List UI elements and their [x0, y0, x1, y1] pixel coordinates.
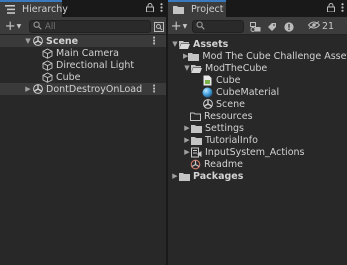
tree-label: Packages: [193, 170, 244, 182]
tab-project[interactable]: Project: [168, 0, 226, 17]
warning-filter-button[interactable]: [282, 20, 296, 33]
unity-scene-icon: [202, 99, 213, 110]
scene-menu-icon[interactable]: ⋮: [149, 36, 159, 47]
readme-icon: [190, 159, 201, 170]
gameobject-cube-icon: [42, 47, 53, 59]
collapse-arrow-icon[interactable]: ▶: [171, 172, 179, 180]
collapse-arrow-icon[interactable]: ▶: [183, 136, 191, 144]
object-label: Cube: [56, 71, 81, 83]
hidden-count: 21: [321, 21, 335, 32]
expand-arrow-icon[interactable]: ▼: [171, 40, 179, 48]
search-filter-button[interactable]: [153, 20, 164, 33]
create-asset-button[interactable]: + ▼: [171, 20, 188, 33]
tree-label: CubeMaterial: [216, 86, 280, 98]
tree-item-assets[interactable]: ▼ Assets: [168, 38, 347, 50]
tree-label: Settings: [205, 122, 244, 134]
folder-open-icon: [179, 39, 190, 50]
expand-arrow-icon[interactable]: ▼: [24, 37, 32, 45]
material-sphere-icon: [202, 87, 213, 98]
tree-item-mod-the-cube-challenge-assets[interactable]: ▶ Mod The Cube Challenge Assets: [168, 50, 347, 62]
folder-open-icon: [191, 63, 202, 74]
search-icon: [33, 20, 42, 33]
project-toolbar: + ▼ 21: [168, 17, 347, 35]
hierarchy-panel: Hierarchy + ▼ ▼ Sc: [0, 0, 166, 265]
csharp-script-icon: [202, 75, 213, 86]
dropdown-arrow-icon: ▼: [16, 23, 22, 30]
hierarchy-item-main-camera[interactable]: Main Camera: [0, 47, 166, 59]
folder-icon: [188, 51, 200, 62]
dropdown-arrow-icon: ▼: [182, 23, 188, 30]
lock-icon[interactable]: [327, 3, 335, 16]
hierarchy-dontdestroy-row[interactable]: ▶ DontDestroyOnLoad ⋮: [0, 83, 166, 95]
lock-icon[interactable]: [146, 3, 154, 16]
hidden-packages-toggle[interactable]: 21: [299, 20, 343, 33]
project-search-field[interactable]: [192, 20, 244, 33]
tab-project-label: Project: [191, 4, 224, 15]
gameobject-cube-icon: [42, 59, 53, 71]
hierarchy-search-input[interactable]: [45, 21, 150, 32]
tree-label: Cube: [216, 74, 241, 86]
tree-label: Resources: [204, 110, 253, 122]
dontdestroy-label: DontDestroyOnLoad: [46, 83, 143, 95]
folder-icon: [173, 4, 184, 15]
collapse-arrow-icon[interactable]: ▶: [24, 85, 32, 93]
hierarchy-tabbar: Hierarchy: [0, 0, 166, 17]
tree-item-modthecube[interactable]: ▼ ModTheCube: [168, 62, 347, 74]
folder-icon: [191, 135, 202, 146]
tree-label: Mod The Cube Challenge Assets: [202, 50, 347, 62]
object-label: Directional Light: [56, 59, 135, 71]
search-icon: [196, 20, 205, 33]
tree-item-packages[interactable]: ▶ Packages: [168, 170, 347, 182]
tree-label: ModTheCube: [205, 62, 268, 74]
hierarchy-item-directional-light[interactable]: Directional Light: [0, 59, 166, 71]
tree-item-readme[interactable]: Readme: [168, 158, 347, 170]
tab-hierarchy-label: Hierarchy: [22, 4, 68, 15]
tree-label: Scene: [216, 98, 245, 110]
search-by-label-button[interactable]: [265, 20, 279, 33]
input-actions-icon: [191, 147, 202, 158]
hierarchy-scene-row[interactable]: ▼ Scene ⋮: [0, 35, 166, 47]
collapse-arrow-icon[interactable]: ▶: [183, 148, 191, 156]
folder-icon: [191, 123, 202, 134]
project-search-input[interactable]: [208, 21, 243, 32]
collapse-arrow-icon[interactable]: ▶: [183, 124, 191, 132]
search-by-type-button[interactable]: [248, 20, 262, 33]
tree-item-resources[interactable]: Resources: [168, 110, 347, 122]
project-panel: Project + ▼ 21 ▼ Assets ▶ Mod The Cube C…: [168, 0, 347, 265]
scene-label: Scene: [46, 35, 79, 47]
tree-item-settings[interactable]: ▶ Settings: [168, 122, 347, 134]
tab-hierarchy[interactable]: Hierarchy: [0, 0, 68, 17]
project-tabbar: Project: [168, 0, 347, 17]
unity-scene-icon: [32, 84, 43, 95]
tree-item-cubematerial[interactable]: CubeMaterial: [168, 86, 347, 98]
hierarchy-search-field[interactable]: [29, 20, 151, 33]
gameobject-cube-icon: [42, 71, 53, 83]
unity-scene-icon: [32, 36, 43, 47]
tree-label: Readme: [204, 158, 243, 170]
tree-item-cube-script[interactable]: Cube: [168, 74, 347, 86]
list-icon: [5, 4, 15, 15]
kebab-menu-icon[interactable]: [341, 3, 344, 16]
hierarchy-toolbar: + ▼: [0, 17, 166, 35]
eye-icon: [307, 21, 321, 32]
tree-item-inputsystem-actions[interactable]: ▶ InputSystem_Actions: [168, 146, 347, 158]
kebab-menu-icon[interactable]: [160, 3, 163, 16]
dontdestroy-menu-icon[interactable]: ⋮: [149, 84, 159, 95]
tree-item-tutorialinfo[interactable]: ▶ TutorialInfo: [168, 134, 347, 146]
tree-label: TutorialInfo: [205, 134, 258, 146]
object-label: Main Camera: [56, 47, 119, 59]
folder-icon: [179, 171, 190, 182]
tree-item-scene[interactable]: Scene: [168, 98, 347, 110]
hierarchy-item-cube[interactable]: Cube: [0, 71, 166, 83]
folder-outline-icon: [190, 111, 201, 122]
expand-arrow-icon[interactable]: ▼: [183, 64, 191, 72]
tree-label: InputSystem_Actions: [205, 146, 305, 158]
add-object-button[interactable]: + ▼: [4, 20, 22, 33]
tree-label: Assets: [193, 38, 229, 50]
